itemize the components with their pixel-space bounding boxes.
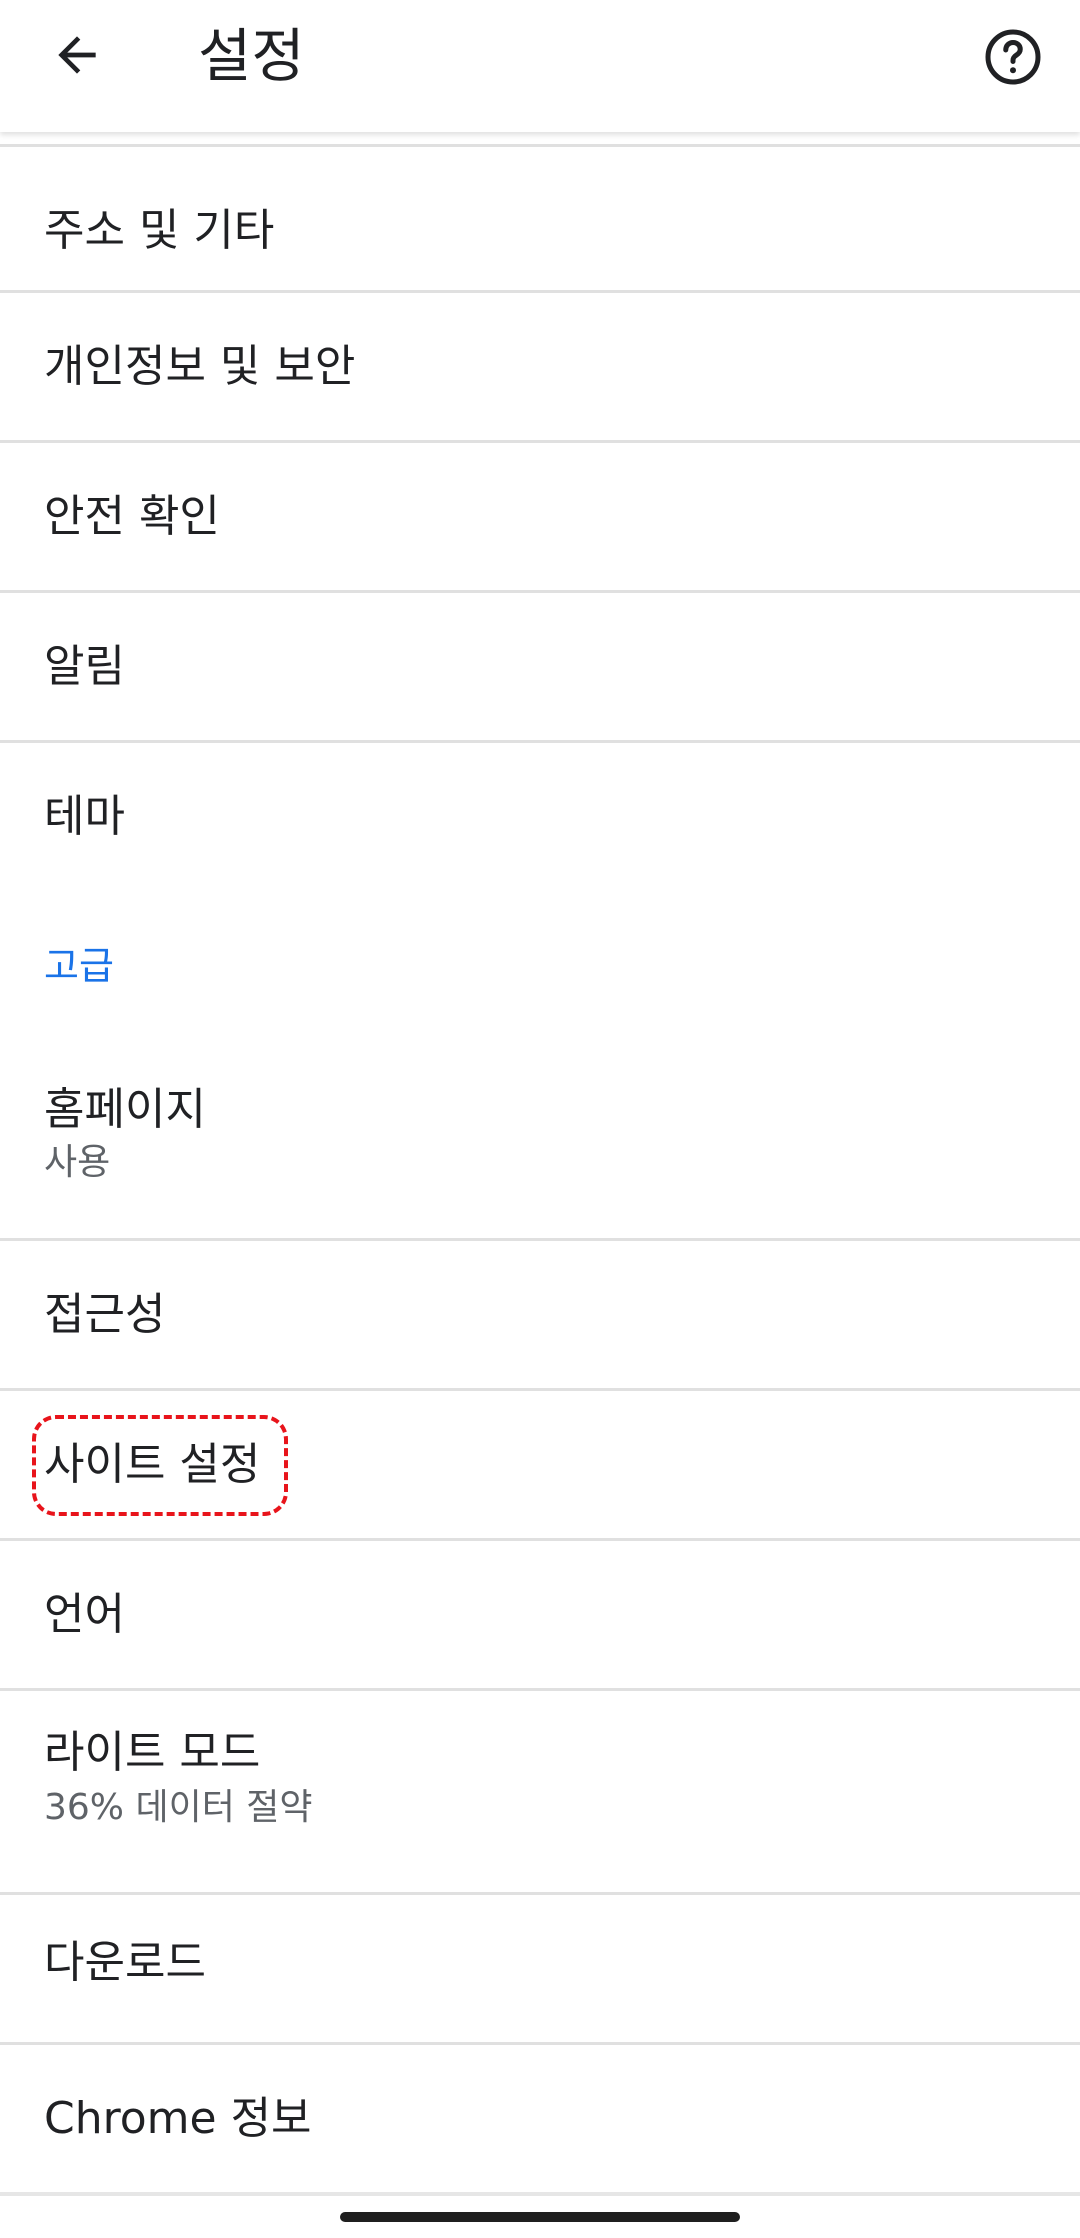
settings-list: 주소 및 기타 개인정보 및 보안 안전 확인 알림 테마 고급 홈페이지 사용… xyxy=(0,132,1080,2192)
item-summary: 사용 xyxy=(44,1142,111,1183)
home-indicator[interactable] xyxy=(340,2212,740,2222)
list-item-languages[interactable]: 언어 xyxy=(0,1538,1080,1688)
item-label: 알림 xyxy=(44,641,125,692)
list-item-address[interactable]: 주소 및 기타 xyxy=(0,144,1080,290)
section-header-advanced: 고급 xyxy=(44,944,114,988)
app-bar: 설정 xyxy=(0,0,1080,132)
item-label: Chrome 정보 xyxy=(44,2093,312,2144)
list-item-downloads[interactable]: 다운로드 xyxy=(0,1892,1080,2042)
page-title: 설정 xyxy=(198,22,305,90)
list-item-lite-mode[interactable]: 라이트 모드 36% 데이터 절약 xyxy=(0,1688,1080,1892)
help-circle-icon xyxy=(985,29,1041,85)
list-item-accessibility[interactable]: 접근성 xyxy=(0,1238,1080,1388)
item-label: 개인정보 및 보안 xyxy=(44,341,356,392)
item-summary: 36% 데이터 절약 xyxy=(44,1787,313,1828)
list-item-site-settings[interactable]: 사이트 설정 xyxy=(0,1388,1080,1538)
list-item-theme[interactable]: 테마 xyxy=(0,740,1080,888)
list-item-about-chrome[interactable]: Chrome 정보 xyxy=(0,2042,1080,2192)
item-label: 홈페이지 xyxy=(44,1084,206,1135)
item-label: 테마 xyxy=(44,791,125,842)
item-label: 주소 및 기타 xyxy=(44,205,275,256)
item-label: 안전 확인 xyxy=(44,491,220,542)
item-label: 사이트 설정 xyxy=(44,1439,261,1490)
list-item-notifications[interactable]: 알림 xyxy=(0,590,1080,740)
item-label: 다운로드 xyxy=(44,1937,206,1988)
list-item-privacy-security[interactable]: 개인정보 및 보안 xyxy=(0,290,1080,440)
list-item-safety-check[interactable]: 안전 확인 xyxy=(0,440,1080,590)
item-label: 언어 xyxy=(44,1589,125,1640)
back-button[interactable] xyxy=(34,12,120,98)
item-label: 라이트 모드 xyxy=(44,1727,261,1778)
arrow-back-icon xyxy=(58,36,96,74)
item-label: 접근성 xyxy=(44,1289,166,1340)
help-button[interactable] xyxy=(970,14,1056,100)
